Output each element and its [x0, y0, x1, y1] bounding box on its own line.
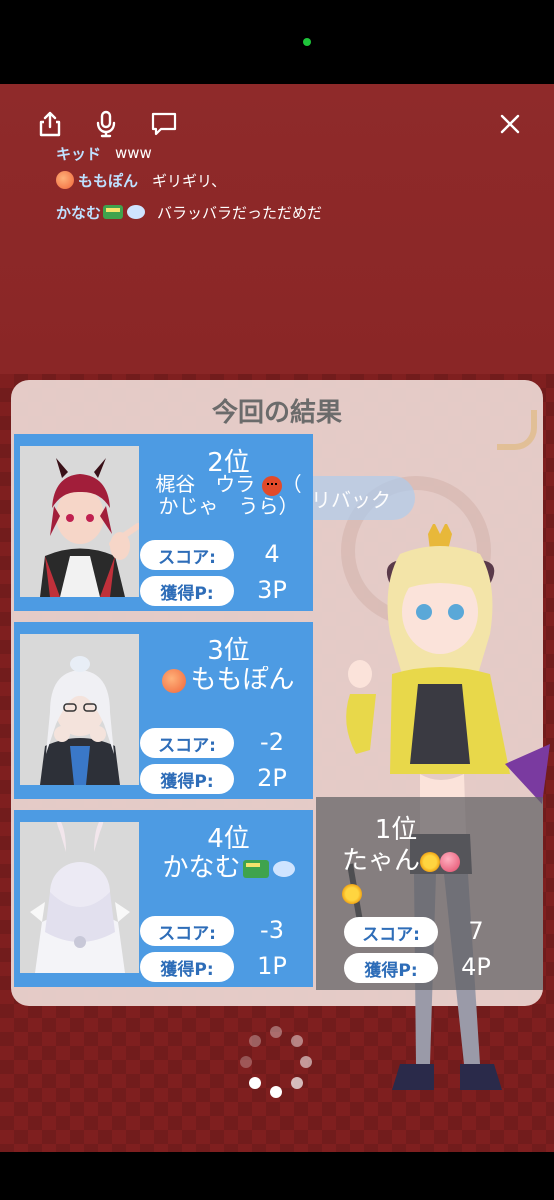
chat-author: キッド	[56, 144, 102, 163]
navigation-bar	[0, 1152, 554, 1200]
dash-emoji-icon	[127, 205, 146, 219]
player-name: たゃん	[342, 845, 532, 909]
points-value: 4P	[461, 953, 491, 981]
chat-author: かなむ	[56, 203, 102, 222]
share-button[interactable]	[34, 108, 66, 140]
chat-text: ギリギリ、	[152, 171, 227, 190]
sun-emoji-icon	[342, 883, 362, 904]
rank-label: 1位	[374, 815, 418, 845]
chat-message: キッド www	[56, 142, 516, 164]
close-button[interactable]	[494, 108, 526, 140]
chat-bubble-icon	[151, 112, 177, 136]
game-stage: キッド www ももぽん ギリギリ、 かなむ バラッバラだっただめだ 今回の結果…	[0, 84, 554, 1152]
close-icon	[500, 114, 520, 134]
chat-button[interactable]	[148, 108, 180, 140]
chat-log: キッド www ももぽん ギリギリ、 かなむ バラッバラだっただめだ	[56, 144, 516, 228]
score-label: スコア:	[344, 917, 438, 947]
player-name-text: たゃん	[342, 846, 421, 876]
status-bar	[0, 0, 554, 84]
share-icon	[39, 111, 61, 137]
chat-message: ももぽん ギリギリ、	[56, 164, 516, 196]
tram-emoji-icon	[103, 205, 124, 219]
chat-text: バラッバラだっただめだ	[157, 203, 323, 222]
pink-orb-emoji-icon	[440, 851, 461, 872]
winner-layer: 1位 たゃん スコア: 7 獲得P: 4P	[11, 380, 543, 1006]
microphone-icon	[96, 110, 116, 138]
microphone-button[interactable]	[90, 108, 122, 140]
points-label: 獲得P:	[344, 953, 438, 983]
chat-message: かなむ バラッバラだっただめだ	[56, 196, 516, 228]
score-value: 7	[468, 917, 484, 945]
chat-text: www	[115, 144, 152, 162]
camera-indicator	[303, 38, 311, 46]
peach-emoji-icon	[56, 171, 74, 189]
chat-author: ももぽん	[78, 171, 139, 190]
sun-emoji-icon	[420, 851, 441, 872]
chat-area-background	[0, 84, 554, 374]
loading-spinner-icon	[240, 1026, 312, 1098]
result-card-1st: 1位 たゃん スコア: 7 獲得P: 4P	[316, 797, 543, 990]
